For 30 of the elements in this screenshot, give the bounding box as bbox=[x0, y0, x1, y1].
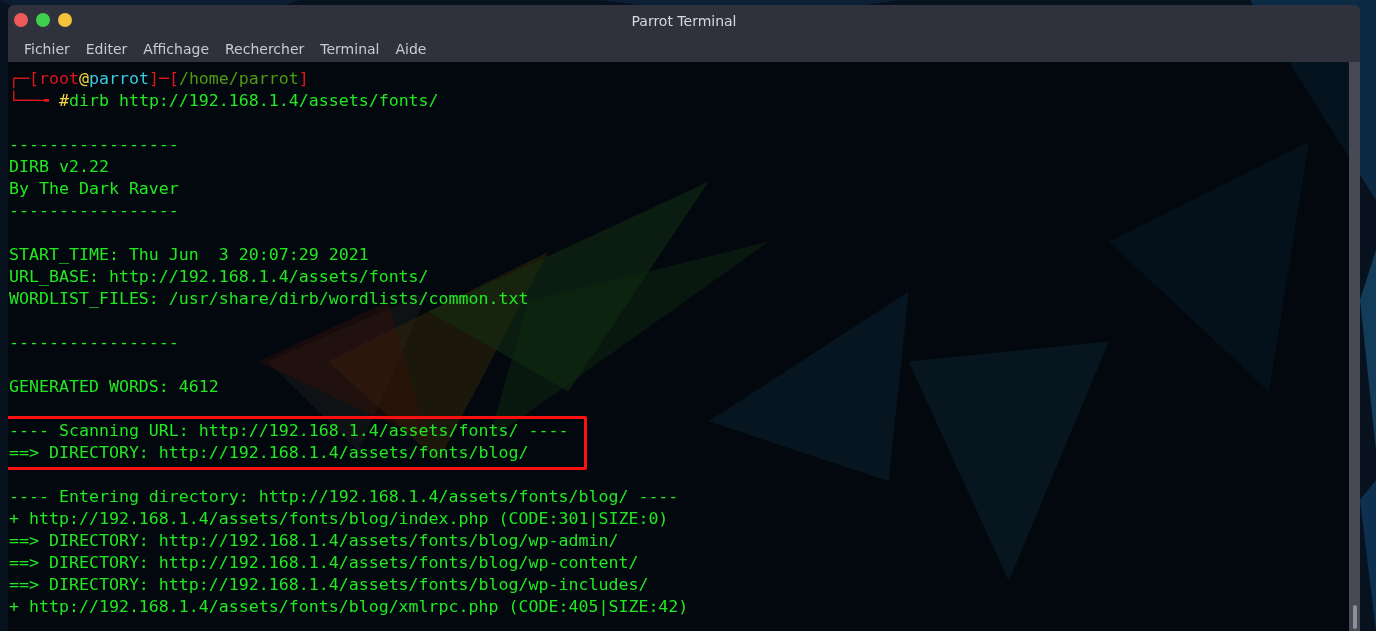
command-line: └──╼ #dirb http://192.168.1.4/assets/fonts/ bbox=[9, 90, 440, 112]
menu-item[interactable]: Rechercher bbox=[217, 41, 313, 57]
menu-item[interactable]: Aide bbox=[387, 41, 435, 57]
output-line: GENERATED WORDS: 4612 bbox=[9, 376, 220, 398]
menu-item[interactable]: Terminal bbox=[312, 41, 388, 57]
window-control-button[interactable] bbox=[14, 13, 28, 27]
output-line: + http://192.168.1.4/assets/fonts/blog/index.php (CODE:301|SIZE:0) bbox=[9, 508, 670, 530]
window-control-button[interactable] bbox=[58, 13, 72, 27]
output-line: ==> DIRECTORY: http://192.168.1.4/assets/fonts/blog/wp-admin/ bbox=[9, 530, 620, 552]
output-line: DIRB v2.22 bbox=[9, 156, 110, 178]
menu-item[interactable]: Fichier bbox=[16, 41, 78, 57]
output-line: ==> DIRECTORY: http://192.168.1.4/assets/fonts/blog/wp-includes/ bbox=[9, 574, 650, 596]
output-line: ---- Entering directory: http://192.168.1.4/assets/fonts/blog/ ---- bbox=[9, 486, 680, 508]
output-line: ==> DIRECTORY: http://192.168.1.4/assets/fonts/blog/wp-content/ bbox=[9, 552, 640, 574]
output-line: URL_BASE: http://192.168.1.4/assets/fonts/ bbox=[9, 266, 430, 288]
window-title: Parrot Terminal bbox=[631, 12, 737, 29]
output-line: ==> DIRECTORY: http://192.168.1.4/assets/fonts/blog/ bbox=[9, 442, 530, 464]
output-line: ----------------- bbox=[9, 200, 180, 222]
output-line: ----------------- bbox=[9, 134, 180, 156]
output-line: ---- Scanning URL: http://192.168.1.4/assets/fonts/ ---- bbox=[9, 420, 569, 442]
scrollbar[interactable] bbox=[1349, 62, 1360, 631]
window-control-button[interactable] bbox=[36, 13, 50, 27]
output-line: By The Dark Raver bbox=[9, 178, 180, 200]
prompt-line: ┌─[root@parrot]─[/home/parrot] bbox=[9, 68, 310, 90]
output-line: ----------------- bbox=[9, 332, 180, 354]
output-line: START_TIME: Thu Jun 3 20:07:29 2021 bbox=[9, 244, 370, 266]
output-line: WORDLIST_FILES: /usr/share/dirb/wordlists/common.txt bbox=[9, 288, 530, 310]
output-line: + http://192.168.1.4/assets/fonts/blog/xmlrpc.php (CODE:405|SIZE:42) bbox=[9, 596, 690, 618]
menu-item[interactable]: Editer bbox=[77, 41, 136, 57]
menu-item[interactable]: Affichage bbox=[135, 41, 217, 57]
